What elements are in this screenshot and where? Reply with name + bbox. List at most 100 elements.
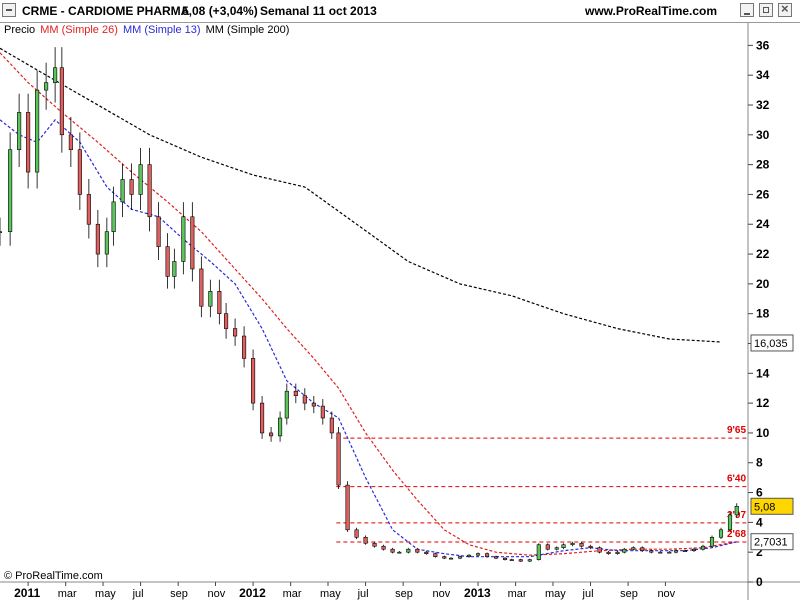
candle-body xyxy=(95,223,100,255)
x-tick-label: nov xyxy=(657,588,675,600)
x-tick-label: 2013 xyxy=(464,586,491,600)
candle-body xyxy=(190,216,195,270)
x-tick-label: jul xyxy=(132,588,144,600)
candle-body xyxy=(181,216,186,262)
candle-body xyxy=(251,358,256,404)
y-tick-label: 20 xyxy=(756,277,770,291)
y-tick-label: 8 xyxy=(756,456,763,470)
candle-body xyxy=(667,551,672,554)
candle-body xyxy=(53,67,58,83)
candle-body xyxy=(284,390,289,419)
x-tick-label: nov xyxy=(208,588,226,600)
price-change: 5,08 (+3,04%) xyxy=(182,4,258,18)
candle-body xyxy=(622,548,627,553)
y-tick-label: 4 xyxy=(756,515,763,529)
candle-body xyxy=(709,536,715,547)
candle-body xyxy=(588,545,593,549)
candle-body xyxy=(658,551,663,554)
y-tick-label: 34 xyxy=(756,68,770,82)
candle-body xyxy=(606,551,611,554)
candle-body xyxy=(363,536,368,544)
candle-body xyxy=(147,164,152,218)
candle-body xyxy=(433,553,438,557)
candle-body xyxy=(269,432,274,437)
legend-ma200: MM (Simple 200) xyxy=(205,24,290,36)
y-tick-label: 24 xyxy=(756,217,770,231)
candle-body xyxy=(518,559,523,562)
candle-body xyxy=(554,547,559,550)
candle-body xyxy=(718,529,724,538)
candle-body xyxy=(199,268,204,307)
price-chart: 0246810121416182022242628303234362011mar… xyxy=(0,23,800,600)
candle-body xyxy=(442,556,447,559)
maximize-icon[interactable] xyxy=(759,3,773,17)
candle-body xyxy=(120,179,125,203)
x-tick-label: 2012 xyxy=(239,586,266,600)
site-url: www.ProRealTime.com xyxy=(585,4,718,18)
chart-window: 0246810121416182022242628303234362011mar… xyxy=(0,0,800,600)
candle-body xyxy=(129,179,134,195)
candle-body xyxy=(293,390,298,396)
candle-body xyxy=(615,551,620,554)
candle-body xyxy=(727,514,733,531)
y-tick-label: 36 xyxy=(756,38,770,52)
candle-body xyxy=(406,548,411,553)
minimize-icon[interactable] xyxy=(740,3,754,17)
candle-body xyxy=(302,395,307,404)
last-value-label: 16,035 xyxy=(754,338,788,350)
legend-price: Precio xyxy=(4,24,36,36)
candle-body xyxy=(640,547,645,551)
x-tick-label: may xyxy=(95,588,116,600)
candle-body xyxy=(59,67,64,136)
period-date: Semanal 11 oct 2013 xyxy=(260,4,377,18)
candle-body xyxy=(424,551,429,554)
candle-body xyxy=(354,529,359,538)
candle-body xyxy=(111,201,116,232)
candle-body xyxy=(336,432,341,486)
candle-body xyxy=(224,313,229,329)
candle-body xyxy=(35,89,40,173)
legend-ma26: MM (Simple 26) xyxy=(40,24,118,36)
candle-body xyxy=(649,550,654,553)
chart-legend: Precio MM (Simple 26) MM (Simple 13) MM … xyxy=(4,24,291,36)
candle-body xyxy=(631,547,636,550)
y-tick-label: 0 xyxy=(756,575,763,589)
candle-body xyxy=(561,544,566,549)
candle-body xyxy=(86,194,91,225)
candle-body xyxy=(493,556,499,559)
legend-ma13: MM (Simple 13) xyxy=(122,24,201,36)
candle-body xyxy=(502,557,508,560)
candle-body xyxy=(242,335,247,359)
x-tick-label: may xyxy=(320,588,341,600)
candle-body xyxy=(691,548,697,551)
x-tick-label: 2011 xyxy=(14,586,40,600)
candle-body xyxy=(68,134,73,151)
candle-body xyxy=(17,112,22,151)
candle-body xyxy=(104,231,109,255)
candle-body xyxy=(579,542,584,547)
plot-area xyxy=(0,23,748,582)
candle-body xyxy=(345,484,350,531)
candle-body xyxy=(415,548,420,553)
candle-body xyxy=(457,556,463,559)
last-value-label: 5,08 xyxy=(754,501,775,513)
candle-body xyxy=(700,545,706,550)
x-tick-label: mar xyxy=(283,588,302,600)
candle-body xyxy=(448,557,454,560)
close-icon[interactable] xyxy=(778,1,792,17)
level-label: 6'40 xyxy=(727,474,747,485)
level-label: 9'65 xyxy=(727,425,747,436)
y-tick-label: 26 xyxy=(756,187,770,201)
candle-body xyxy=(536,544,541,560)
candle-body xyxy=(545,544,550,550)
x-tick-label: jul xyxy=(357,588,369,600)
candle-body xyxy=(682,550,688,552)
candle-body xyxy=(397,551,402,554)
last-value-label: 2,7031 xyxy=(754,537,788,549)
copyright-text: © ProRealTime.com xyxy=(4,570,103,582)
y-tick-label: 18 xyxy=(756,307,770,321)
candle-body xyxy=(570,542,575,546)
candle-body xyxy=(8,149,13,232)
chart-menu-icon[interactable] xyxy=(2,3,16,17)
candle-body xyxy=(320,405,325,419)
